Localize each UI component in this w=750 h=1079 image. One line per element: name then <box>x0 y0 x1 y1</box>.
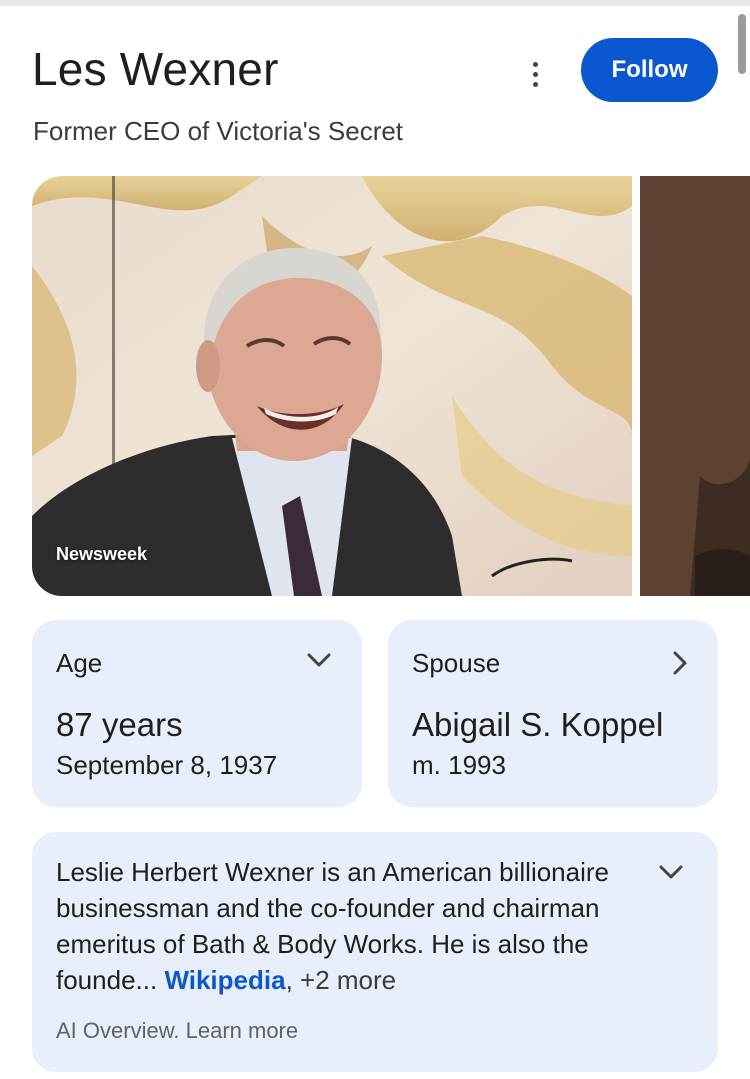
top-divider <box>0 0 750 6</box>
page-title: Les Wexner <box>32 43 279 95</box>
birth-date: September 8, 1937 <box>56 750 278 780</box>
expand-chevron-icon[interactable] <box>658 864 684 880</box>
overview-footer: AI Overview. Learn more <box>56 1018 298 1044</box>
spouse-name: Abigail S. Koppel <box>412 706 664 743</box>
overview-card[interactable]: Leslie Herbert Wexner is an American bil… <box>32 832 718 1072</box>
more-sources[interactable]: , +2 more <box>286 965 397 995</box>
overview-text-block: Leslie Herbert Wexner is an American bil… <box>56 854 666 998</box>
spouse-card[interactable]: Spouse Abigail S. Koppel m. 1993 <box>388 620 718 807</box>
age-label: Age <box>56 648 103 678</box>
marriage-year: m. 1993 <box>412 750 506 780</box>
learn-more-link[interactable]: Learn more <box>186 1018 299 1043</box>
scrollbar[interactable] <box>738 14 746 74</box>
follow-button[interactable]: Follow <box>581 38 718 102</box>
page-subtitle: Former CEO of Victoria's Secret <box>33 116 404 146</box>
chevron-down-icon <box>307 653 331 667</box>
ai-overview-label: AI Overview. <box>56 1018 180 1043</box>
secondary-photo[interactable] <box>640 176 750 596</box>
more-vert-icon[interactable] <box>520 54 550 94</box>
spouse-label: Spouse <box>412 648 501 678</box>
chevron-right-icon <box>673 651 687 675</box>
image-source-label: Newsweek <box>56 544 148 564</box>
wikipedia-link[interactable]: Wikipedia <box>164 965 285 995</box>
age-value: 87 years <box>56 706 183 743</box>
main-photo[interactable] <box>32 176 632 596</box>
age-card[interactable]: Age 87 years September 8, 1937 <box>32 620 362 807</box>
